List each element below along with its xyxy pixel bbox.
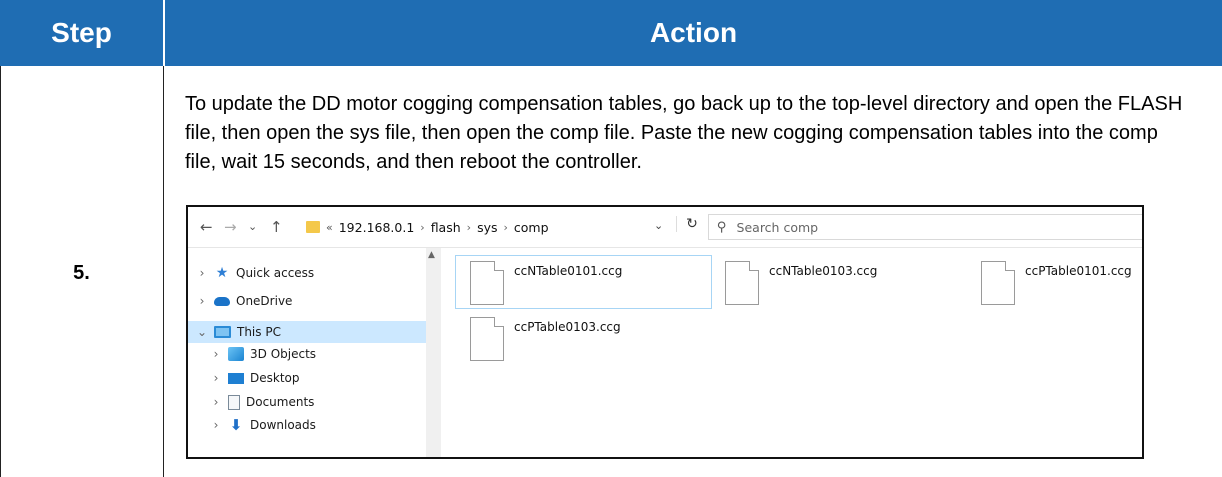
search-box[interactable]: ⚲ Search comp xyxy=(708,214,1142,240)
sidebar-item-label: Documents xyxy=(246,395,315,409)
computer-icon xyxy=(214,326,231,338)
breadcrumb-sys[interactable]: sys xyxy=(477,220,497,235)
file-explorer-screenshot: ← → ⌄ ↑ « 192.168.0.1 › flash › sys › co… xyxy=(186,205,1144,459)
chevron-right-icon[interactable]: › xyxy=(210,347,222,361)
chevron-right-icon[interactable]: › xyxy=(196,266,208,280)
file-name: ccNTable0103.ccg xyxy=(769,264,878,278)
chevron-right-icon[interactable]: › xyxy=(210,418,222,432)
search-icon: ⚲ xyxy=(717,219,727,235)
action-column-header: Action xyxy=(165,0,1222,66)
download-icon: ⬇ xyxy=(229,416,243,434)
sidebar-item-this-pc[interactable]: ⌄ This PC xyxy=(188,321,426,343)
refresh-icon[interactable]: ↻ xyxy=(676,216,707,232)
sidebar-item-label: Downloads xyxy=(250,418,316,432)
sidebar-item-downloads[interactable]: › ⬇ Downloads xyxy=(210,414,410,436)
desktop-icon xyxy=(228,372,244,384)
recent-locations-icon[interactable]: ⌄ xyxy=(248,220,257,233)
chevron-right-icon[interactable]: › xyxy=(210,395,222,409)
sidebar-item-label: Quick access xyxy=(236,266,315,280)
cloud-icon xyxy=(214,296,230,306)
step-column-header: Step xyxy=(0,0,163,66)
column-divider xyxy=(163,66,164,477)
breadcrumb-overflow[interactable]: « xyxy=(326,221,333,234)
folder-icon xyxy=(306,221,320,233)
sidebar-scrollbar[interactable]: ▲ xyxy=(426,248,441,457)
file-item[interactable]: ccPTable0103.ccg xyxy=(470,312,710,362)
chevron-down-icon[interactable]: ⌄ xyxy=(196,325,208,339)
sidebar-item-documents[interactable]: › Documents xyxy=(210,391,410,413)
file-icon xyxy=(725,261,759,305)
action-text: To update the DD motor cogging compensat… xyxy=(185,93,1183,173)
step-number: 5. xyxy=(73,262,90,284)
procedure-table: Step Action 5. To update the DD motor co… xyxy=(0,0,1222,477)
file-icon xyxy=(470,317,504,361)
up-arrow-icon[interactable]: ↑ xyxy=(270,218,283,236)
file-name: ccNTable0101.ccg xyxy=(514,264,623,278)
chevron-right-icon: › xyxy=(466,220,472,234)
explorer-navbar: ← → ⌄ ↑ « 192.168.0.1 › flash › sys › co… xyxy=(188,207,1142,248)
file-item[interactable]: ccPTable0101.ccg xyxy=(981,256,1141,306)
chevron-right-icon[interactable]: › xyxy=(210,371,222,385)
file-name: ccPTable0103.ccg xyxy=(514,320,621,334)
sidebar-item-onedrive[interactable]: › OneDrive xyxy=(196,290,416,312)
sidebar-item-label: Desktop xyxy=(250,371,300,385)
sidebar-item-label: OneDrive xyxy=(236,294,293,308)
cube-icon xyxy=(228,347,244,361)
file-icon xyxy=(470,261,504,305)
forward-arrow-icon[interactable]: → xyxy=(224,218,237,236)
star-icon: ★ xyxy=(215,265,229,281)
sidebar-item-desktop[interactable]: › Desktop xyxy=(210,367,410,389)
breadcrumb-flash[interactable]: flash xyxy=(431,220,461,235)
file-item[interactable]: ccNTable0103.ccg xyxy=(725,256,965,306)
file-list: ccNTable0101.ccg ccNTable0103.ccg ccPTab… xyxy=(443,248,1142,457)
navigation-pane: › ★ Quick access › OneDrive ⌄ This PC › … xyxy=(188,248,426,457)
address-dropdown-icon[interactable]: ⌄ xyxy=(654,219,663,232)
sidebar-item-quick-access[interactable]: › ★ Quick access xyxy=(196,262,416,284)
file-name: ccPTable0101.ccg xyxy=(1025,264,1132,278)
documents-icon xyxy=(228,394,240,410)
file-icon xyxy=(981,261,1015,305)
address-bar[interactable]: « 192.168.0.1 › flash › sys › comp xyxy=(306,215,710,239)
breadcrumb-host[interactable]: 192.168.0.1 xyxy=(339,220,415,235)
breadcrumb-comp[interactable]: comp xyxy=(514,220,549,235)
file-item[interactable]: ccNTable0101.ccg xyxy=(455,255,712,309)
search-placeholder: Search comp xyxy=(736,219,819,235)
chevron-right-icon[interactable]: › xyxy=(196,294,208,308)
sidebar-item-label: This PC xyxy=(237,325,281,339)
sidebar-item-label: 3D Objects xyxy=(250,347,317,361)
sidebar-item-3d-objects[interactable]: › 3D Objects xyxy=(210,343,410,365)
back-arrow-icon[interactable]: ← xyxy=(200,218,213,236)
scroll-up-icon[interactable]: ▲ xyxy=(428,250,435,260)
chevron-right-icon: › xyxy=(420,220,425,234)
chevron-right-icon: › xyxy=(503,220,508,234)
